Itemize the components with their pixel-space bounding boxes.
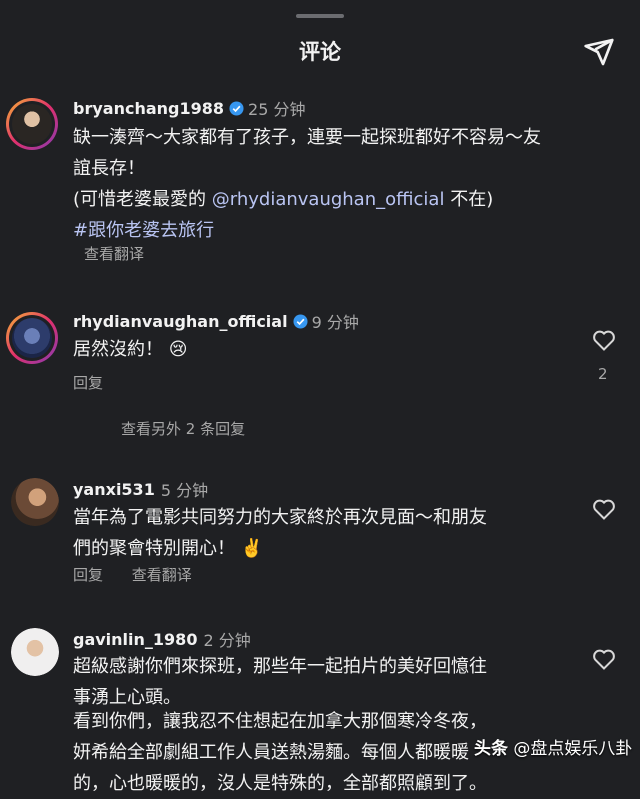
avatar[interactable] bbox=[6, 98, 58, 150]
username[interactable]: gavinlin_1980 bbox=[73, 630, 197, 649]
comment-text: 居然沒約！ 😢 bbox=[73, 339, 188, 360]
view-replies-link[interactable]: 查看另外 2 条回复 bbox=[121, 418, 245, 439]
heart-outline-icon[interactable] bbox=[592, 498, 616, 520]
page-title: 评论 bbox=[299, 40, 341, 64]
timestamp: 25 分钟 bbox=[248, 100, 306, 119]
watermark-logo: 头条 bbox=[474, 739, 508, 759]
send-icon[interactable] bbox=[582, 36, 616, 68]
timestamp: 5 分钟 bbox=[160, 481, 209, 500]
verified-badge-icon bbox=[293, 313, 308, 329]
username[interactable]: yanxi531 bbox=[73, 480, 155, 499]
like-count: 2 bbox=[598, 365, 608, 383]
heart-outline-icon[interactable] bbox=[592, 648, 616, 670]
timestamp: 2 分钟 bbox=[203, 631, 251, 650]
reply-link[interactable]: 回复 bbox=[73, 566, 103, 584]
avatar[interactable] bbox=[6, 312, 58, 364]
watermark-text: @盘点娱乐八卦 bbox=[508, 739, 633, 759]
comment-text: 超級感謝你們來探班，那些年一起拍片的美好回憶往 事湧上心頭。 bbox=[73, 656, 487, 708]
comment-text: 當年為了電影共同努力的大家終於再次見面～和朋友 們的聚會特別開心！ ✌️ bbox=[73, 507, 487, 559]
username[interactable]: rhydianvaughan_official bbox=[73, 312, 288, 331]
hashtag-link[interactable]: #跟你老婆去旅行 bbox=[73, 220, 214, 241]
timestamp: 9 分钟 bbox=[311, 313, 359, 332]
translate-link[interactable]: 查看翻译 bbox=[132, 566, 192, 584]
heart-outline-icon[interactable] bbox=[592, 329, 616, 351]
comment-text: 缺一湊齊～大家都有了孩子，連要一起探班都好不容易～友 誼長存！ (可惜老婆最愛的… bbox=[73, 127, 541, 241]
drag-handle[interactable] bbox=[296, 14, 344, 18]
watermark: 头条 @盘点娱乐八卦 bbox=[474, 734, 632, 759]
reply-link[interactable]: 回复 bbox=[73, 374, 103, 392]
verified-badge-icon bbox=[229, 100, 244, 116]
translate-link[interactable]: 查看翻译 bbox=[84, 245, 144, 263]
avatar[interactable] bbox=[11, 628, 59, 676]
mention-link[interactable]: @rhydianvaughan_official bbox=[212, 189, 445, 210]
avatar[interactable] bbox=[11, 478, 59, 526]
username[interactable]: bryanchang1988 bbox=[73, 99, 224, 118]
